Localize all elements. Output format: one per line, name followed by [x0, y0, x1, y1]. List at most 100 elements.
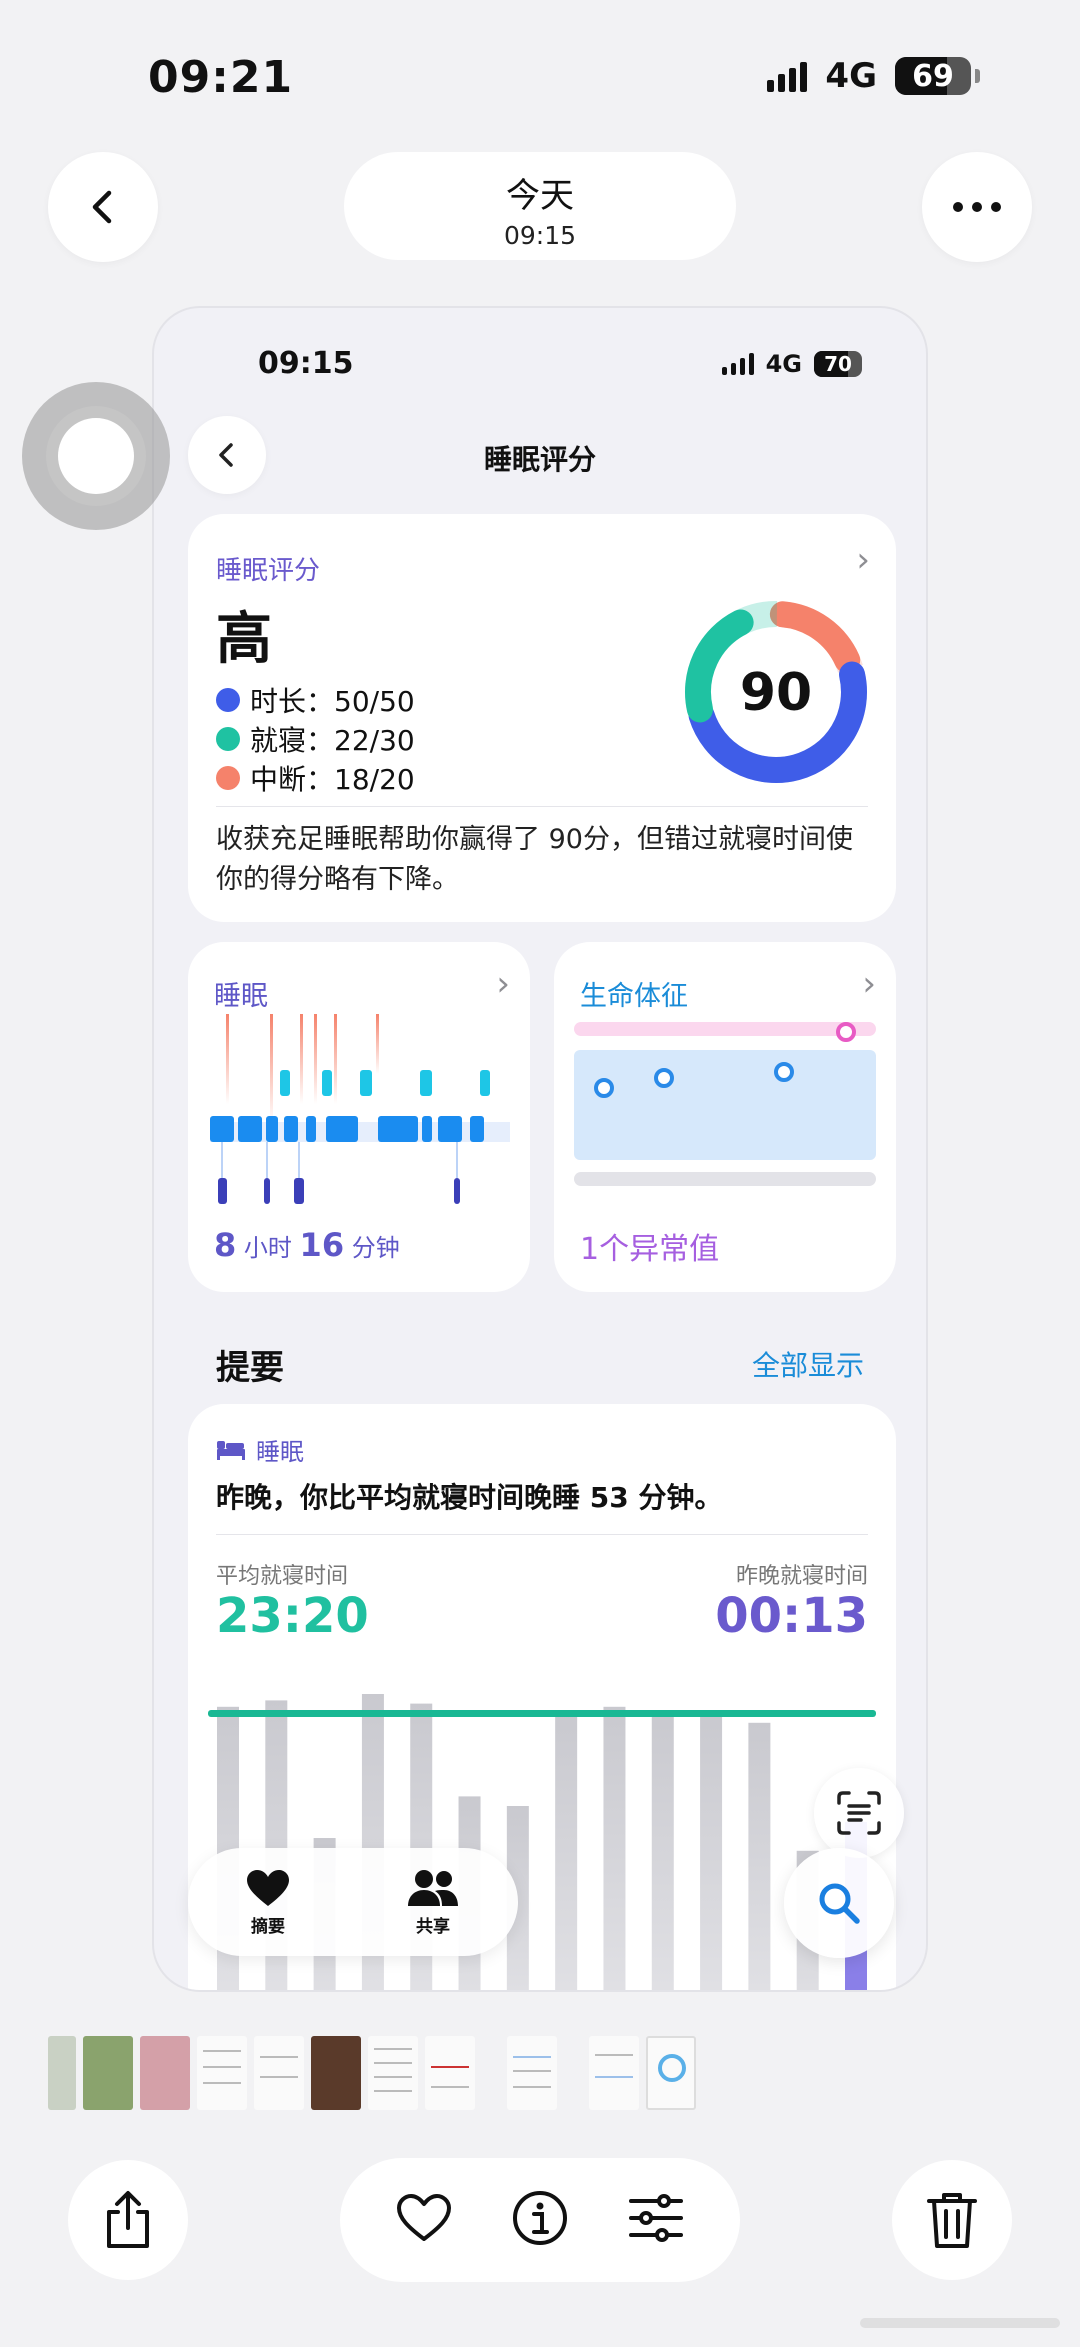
core-block: [378, 1116, 418, 1142]
breakdown-interruption: 中断：18/20: [216, 758, 415, 797]
chevron-right-icon: ›: [856, 540, 870, 580]
photo-thumbnail[interactable]: [368, 2036, 418, 2110]
delete-button[interactable]: [892, 2160, 1012, 2280]
vitals-outlier-point: [836, 1022, 856, 1042]
vitals-point: [774, 1062, 794, 1082]
highlight-tag-label: 睡眠: [256, 1438, 304, 1466]
duration-dot: [216, 687, 240, 712]
share-icon: [107, 2191, 149, 2248]
divider: [216, 806, 868, 807]
photo-thumbnail[interactable]: [197, 2036, 247, 2110]
inner-battery-icon: 70: [814, 351, 862, 377]
awake-mark: [314, 1014, 317, 1104]
share-button[interactable]: [68, 2160, 188, 2280]
photo-thumbnail[interactable]: [140, 2036, 190, 2110]
rem-block: [322, 1070, 332, 1096]
signal-icon: [767, 60, 808, 92]
ring-segment: [685, 609, 754, 723]
vitals-normal-range: [574, 1050, 876, 1160]
photo-date-title: 今天 09:15: [344, 152, 736, 260]
avg-bedtime-value: 23:20: [216, 1588, 369, 1644]
vitals-outlier-band: [574, 1022, 876, 1036]
search-button[interactable]: [784, 1848, 894, 1958]
core-block: [326, 1116, 358, 1142]
status-time: 09:21: [148, 52, 294, 103]
tab-sharing[interactable]: 共享: [405, 1868, 461, 1937]
assistive-touch-ring: [46, 406, 146, 506]
bedtime-bar: [651, 1710, 674, 1990]
inner-network-type: 4G: [765, 350, 802, 378]
live-text-button[interactable]: [814, 1768, 904, 1858]
rem-block: [280, 1070, 290, 1096]
core-block: [438, 1116, 462, 1142]
core-block: [306, 1116, 316, 1142]
interruption-text: 中断：18/20: [250, 762, 415, 796]
inner-status-indicators: 4G 70: [721, 350, 862, 378]
heart-outline-icon: [397, 2194, 451, 2241]
interruption-dot: [216, 765, 240, 790]
highlight-text: 昨晚，你比平均就寝时间晚睡 53 分钟。: [216, 1481, 723, 1514]
inner-signal-icon: [721, 353, 754, 375]
bedtime-bar: [603, 1706, 626, 1990]
score-level: 高: [216, 607, 272, 672]
rem-block: [480, 1070, 490, 1096]
sliders-icon: [629, 2194, 683, 2242]
tab-bar: 摘要 共享: [188, 1848, 518, 1956]
rem-block: [420, 1070, 432, 1096]
sleep-score-card[interactable]: 睡眠评分 › 高 时长：50/50 就寝：22/30 中断：18/20 90 收…: [188, 514, 896, 922]
screenshot-preview[interactable]: 09:15 4G 70 睡眠评分 睡眠评分 › 高 时长：50/50 就寝：22…: [152, 306, 928, 1992]
inner-page-title: 睡眠评分: [483, 443, 596, 476]
chevron-left-icon: [92, 190, 112, 224]
people-icon: [408, 1869, 458, 1906]
trash-icon: [927, 2193, 977, 2248]
photo-thumbnail[interactable]: [254, 2036, 304, 2110]
photo-thumbnail[interactable]: [425, 2036, 475, 2110]
avg-bedtime-label: 平均就寝时间: [216, 1564, 349, 1589]
vitals-card[interactable]: 生命体征 › 1个异常值: [554, 942, 896, 1292]
vitals-lower-band: [574, 1172, 876, 1186]
tab-summary[interactable]: 摘要: [245, 1868, 291, 1937]
status-indicators: 4G 69: [767, 56, 980, 96]
photo-thumbnail[interactable]: [507, 2036, 557, 2110]
sleep-stages-card[interactable]: 睡眠 › 8 小时 16 分钟: [188, 942, 530, 1292]
photo-thumbnail[interactable]: [83, 2036, 133, 2110]
info-button[interactable]: [512, 2190, 568, 2250]
core-block: [238, 1116, 262, 1142]
back-button[interactable]: [48, 152, 158, 262]
core-block: [210, 1116, 234, 1142]
deep-block: [294, 1178, 304, 1204]
awake-mark: [334, 1014, 337, 1104]
breakdown-duration: 时长：50/50: [216, 680, 415, 719]
vitals-card-label: 生命体征: [580, 981, 688, 1012]
time-subtitle: 09:15: [503, 221, 577, 250]
deep-block: [264, 1178, 270, 1204]
bedtime-bar: [748, 1722, 771, 1990]
assistive-touch-button[interactable]: [22, 382, 170, 530]
vitals-outlier-count: 1个异常值: [580, 1232, 720, 1267]
score-value: 90: [740, 663, 812, 723]
score-card-label: 睡眠评分: [216, 556, 321, 586]
home-indicator: [860, 2318, 1060, 2328]
sleep-card-label: 睡眠: [214, 981, 268, 1012]
show-all-link[interactable]: 全部显示: [752, 1344, 864, 1384]
bedtime-bar: [555, 1713, 578, 1990]
breakdown-bedtime: 就寝：22/30: [216, 719, 415, 758]
divider: [216, 1534, 868, 1535]
photo-thumbnail[interactable]: [311, 2036, 361, 2110]
adjust-button[interactable]: [628, 2193, 684, 2247]
bedtime-bar: [700, 1710, 723, 1990]
photo-thumbnail-strip[interactable]: [48, 2036, 696, 2110]
photo-thumbnail[interactable]: [48, 2036, 76, 2110]
photo-thumbnail-current[interactable]: [646, 2036, 696, 2110]
favorite-button[interactable]: [396, 2193, 452, 2247]
tab-sharing-label: 共享: [416, 1916, 450, 1937]
vitals-point: [594, 1078, 614, 1098]
photo-actions: [340, 2158, 740, 2282]
network-type: 4G: [825, 56, 877, 96]
photo-thumbnail[interactable]: [589, 2036, 639, 2110]
heart-icon: [247, 1869, 289, 1906]
more-button[interactable]: [922, 152, 1032, 262]
score-ring-chart: 90: [685, 601, 867, 783]
battery-level: 69: [912, 59, 954, 94]
awake-mark: [226, 1014, 229, 1104]
